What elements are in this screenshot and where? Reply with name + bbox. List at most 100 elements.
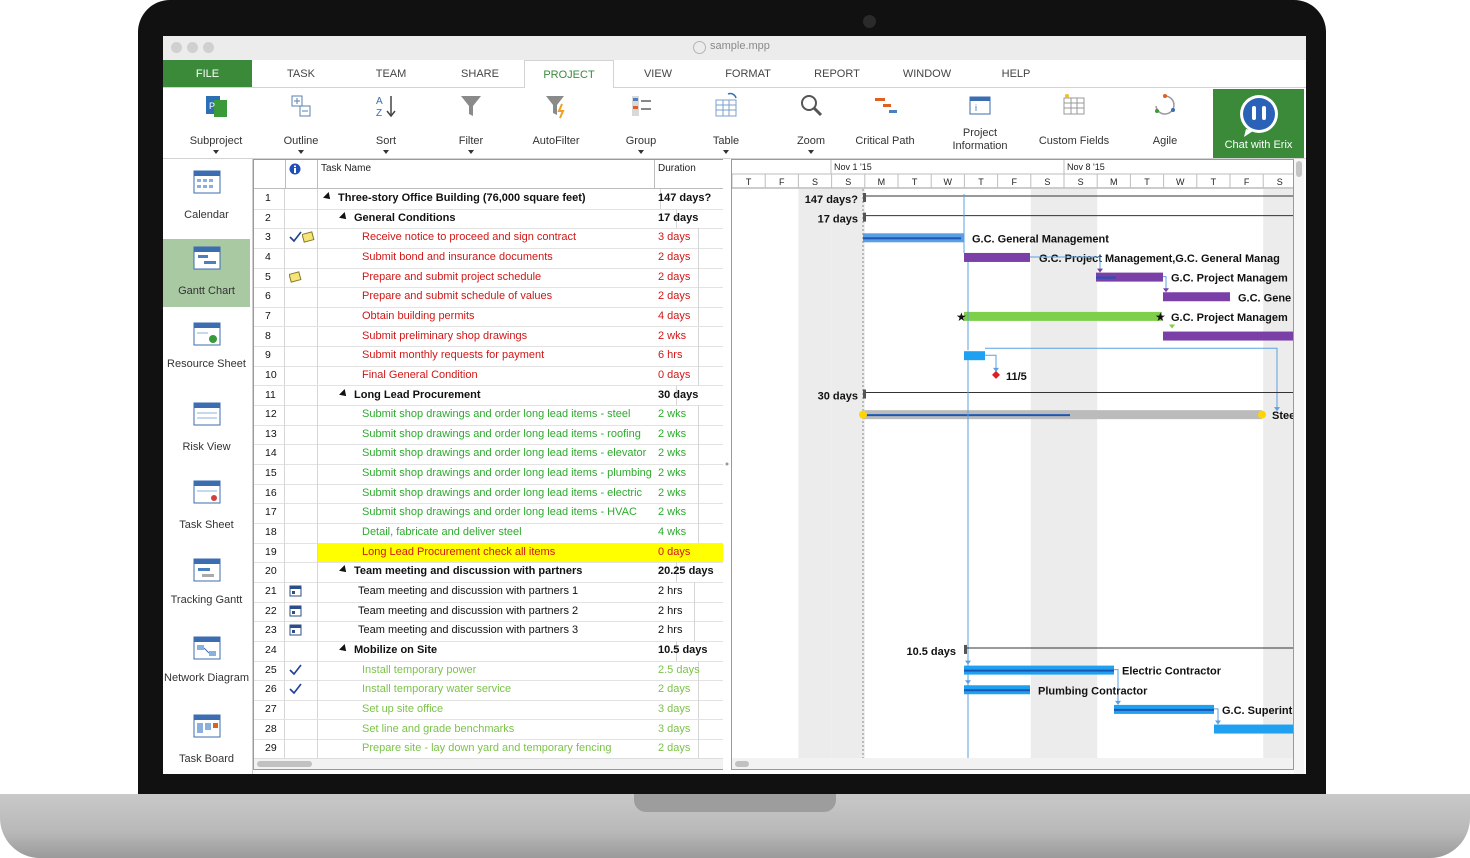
duration-cell[interactable]: 2 wks [655,405,723,425]
duration-cell[interactable]: 0 days [655,366,723,386]
task-name-cell[interactable]: Submit shop drawings and order long lead… [318,424,699,445]
row-id[interactable]: 10 [254,365,285,386]
table-button[interactable]: Table [688,88,764,158]
duration-cell[interactable]: 6 hrs [655,346,723,366]
task-name-cell[interactable]: Detail, fabricate and deliver steel [318,523,699,543]
collapse-triangle-icon[interactable] [339,565,349,576]
duration-cell[interactable]: 30 days [655,386,723,406]
tab-window[interactable]: WINDOW [889,60,965,87]
zoom-button[interactable]: Zoom [773,88,849,158]
table-row[interactable]: 28 Set line and grade benchmarks 3 days [254,719,723,741]
table-row[interactable]: 26 Install temporary water service 2 days [254,680,723,701]
row-id[interactable]: 15 [254,464,285,484]
row-id[interactable]: 23 [254,621,285,641]
view-network-diagram[interactable]: Network Diagram [163,633,250,703]
row-id[interactable]: 20 [254,562,285,582]
duration-cell[interactable]: 2 days [655,248,723,268]
task-name-cell[interactable]: Team meeting and discussion with partner… [318,621,695,641]
critical-path-button[interactable]: Critical Path [848,88,922,158]
task-name-cell[interactable]: Submit shop drawings and order long lead… [318,503,699,523]
table-row[interactable]: 8 Submit preliminary shop drawings 2 wks [254,326,723,348]
task-name-cell[interactable]: Receive notice to proceed and sign contr… [318,228,699,248]
row-id[interactable]: 24 [254,640,285,661]
row-id[interactable]: 1 [254,189,285,209]
row-id[interactable]: 17 [254,503,285,523]
chat-with-erix-button[interactable]: Chat with Erix [1213,89,1304,158]
duration-cell[interactable]: 3 days [655,720,723,740]
task-name-header[interactable]: Task Name [318,160,655,189]
duration-cell[interactable]: 2 wks [655,425,723,445]
duration-cell[interactable]: 2 days [655,680,723,700]
task-name-cell[interactable]: Set up site office [318,699,699,720]
row-id[interactable]: 6 [254,287,285,307]
view-gantt-chart[interactable]: Gantt Chart [163,239,250,307]
row-id[interactable]: 2 [254,208,285,229]
tab-file[interactable]: FILE [163,60,252,87]
duration-cell[interactable]: 4 days [655,307,723,327]
row-id[interactable]: 4 [254,247,285,268]
row-id[interactable]: 8 [254,326,285,347]
task-name-cell[interactable]: Submit bond and insurance documents [318,247,699,268]
table-row[interactable]: 4 Submit bond and insurance documents 2 da… [254,247,723,269]
table-row[interactable]: 22 Team meeting and discussion with partn… [254,601,723,623]
task-name-cell[interactable]: Team meeting and discussion with partner… [318,562,677,582]
duration-cell[interactable]: 2 hrs [655,582,723,602]
filter-button[interactable]: Filter [433,88,509,158]
view-calendar[interactable]: Calendar [163,167,250,233]
agile-button[interactable]: Agile [1128,88,1202,158]
indicators-header[interactable] [286,160,318,189]
tab-team[interactable]: TEAM [353,60,429,87]
table-row[interactable]: 10 Final General Condition 0 days [254,365,723,387]
view-splitter[interactable] [723,159,731,774]
row-id[interactable]: 12 [254,405,285,425]
row-id[interactable]: 27 [254,699,285,720]
duration-cell[interactable]: 2 hrs [655,621,723,641]
duration-cell[interactable]: 2 wks [655,444,723,464]
table-row[interactable]: 6 Prepare and submit schedule of values 2 … [254,287,723,308]
row-id[interactable]: 3 [254,228,285,248]
autofilter-button[interactable]: AutoFilter [518,88,594,158]
task-name-cell[interactable]: Prepare and submit schedule of values [318,287,699,307]
task-name-cell[interactable]: Obtain building permits [318,306,699,327]
row-id[interactable]: 5 [254,267,285,288]
view-task-board[interactable]: Task Board [163,711,250,773]
row-id[interactable]: 21 [254,582,285,602]
duration-header[interactable]: Duration [655,160,723,189]
table-row[interactable]: 20 Team meeting and discussion with partn… [254,562,723,583]
zoom-window-button[interactable] [203,42,214,53]
row-id[interactable]: 25 [254,660,285,681]
subproject-button[interactable]: P Subproject [177,88,255,158]
duration-cell[interactable]: 4 wks [655,523,723,543]
task-name-cell[interactable]: Submit shop drawings and order long lead… [318,483,699,504]
task-name-cell[interactable]: Set line and grade benchmarks [318,719,699,740]
collapse-triangle-icon[interactable] [339,211,349,222]
tab-help[interactable]: HELP [978,60,1054,87]
table-row[interactable]: 19 Long Lead Procurement check all items 0… [254,542,723,564]
task-name-cell[interactable]: Submit shop drawings and order long lead… [318,405,699,425]
tab-task[interactable]: TASK [263,60,339,87]
table-row[interactable]: 13 Submit shop drawings and order long le… [254,424,723,446]
table-row[interactable]: 11 Long Lead Procurement 30 days [254,385,723,407]
row-id[interactable]: 11 [254,385,285,406]
row-id[interactable]: 13 [254,424,285,445]
duration-cell[interactable]: 2 wks [655,327,723,347]
row-id[interactable]: 19 [254,542,285,563]
scroll-thumb[interactable] [1296,161,1302,177]
table-row[interactable]: 29 Prepare site - lay down yard and tempo… [254,739,723,760]
task-name-cell[interactable]: General Conditions [318,208,677,229]
duration-cell[interactable]: 2 days [655,268,723,288]
table-row[interactable]: 12 Submit shop drawings and order long le… [254,405,723,426]
minimize-window-button[interactable] [187,42,198,53]
tab-report[interactable]: REPORT [799,60,875,87]
row-id[interactable]: 18 [254,523,285,543]
collapse-triangle-icon[interactable] [339,388,349,399]
task-name-cell[interactable]: Submit preliminary shop drawings [318,326,699,347]
task-name-cell[interactable]: Submit shop drawings and order long lead… [318,444,699,465]
sort-button[interactable]: AZ Sort [348,88,424,158]
table-row[interactable]: 18 Detail, fabricate and deliver steel 4 w… [254,523,723,544]
table-row[interactable]: 15 Submit shop drawings and order long le… [254,464,723,485]
tab-project[interactable]: PROJECT [524,60,614,89]
task-name-cell[interactable]: Install temporary water service [318,680,699,700]
table-row[interactable]: 25 Install temporary power 2.5 days [254,660,723,682]
duration-cell[interactable]: 20.25 days [655,562,723,582]
